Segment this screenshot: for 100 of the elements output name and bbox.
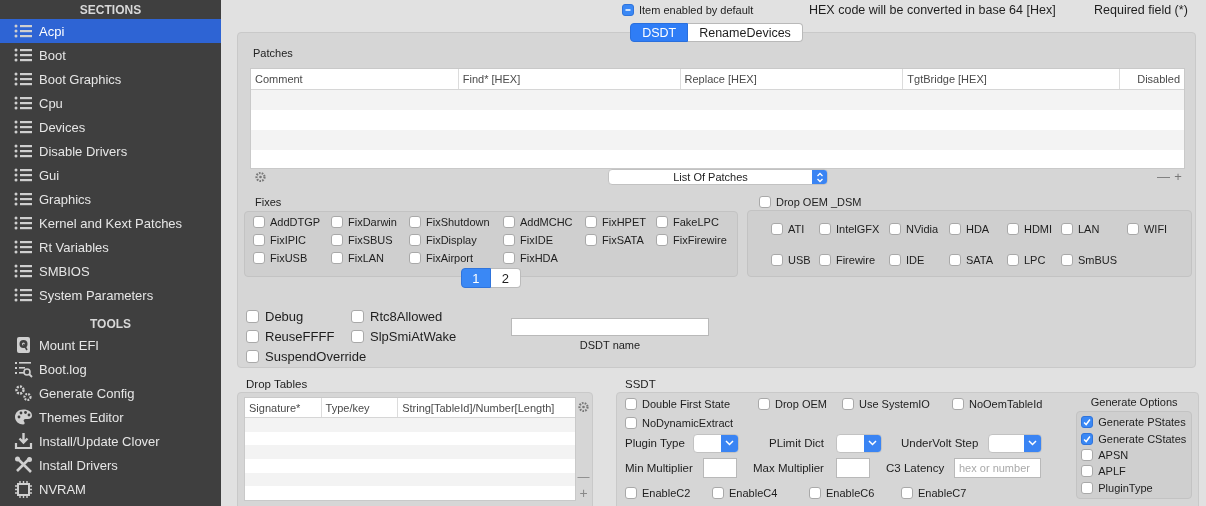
checkbox[interactable] bbox=[948, 254, 961, 266]
checkbox[interactable] bbox=[253, 216, 265, 228]
dsdt-name-field[interactable] bbox=[511, 318, 709, 336]
dropdown[interactable] bbox=[693, 433, 739, 453]
checkbox-label: NVidia bbox=[905, 223, 939, 235]
checkbox[interactable] bbox=[246, 309, 259, 323]
checkbox[interactable] bbox=[625, 487, 637, 499]
checkbox-label: USB bbox=[787, 254, 811, 266]
column-header[interactable]: Signature* bbox=[245, 398, 322, 417]
checkbox[interactable] bbox=[625, 398, 637, 410]
sidebar-item[interactable]: Kernel and Kext Patches bbox=[0, 211, 221, 235]
sidebar-item[interactable]: Devices bbox=[0, 115, 221, 139]
sidebar-item[interactable]: SMBIOS bbox=[0, 259, 221, 283]
checkbox[interactable] bbox=[622, 4, 634, 16]
checkbox[interactable] bbox=[331, 216, 343, 228]
checkbox[interactable] bbox=[1060, 254, 1073, 266]
sidebar-item[interactable]: Generate Config bbox=[0, 381, 221, 405]
gear-icon[interactable] bbox=[576, 400, 591, 414]
column-header[interactable]: Disabled bbox=[1120, 69, 1184, 89]
checkbox[interactable] bbox=[253, 234, 265, 246]
input-field[interactable] bbox=[703, 458, 737, 478]
checkbox[interactable] bbox=[503, 252, 515, 264]
sidebar-item[interactable]: Disable Drivers bbox=[0, 139, 221, 163]
checkbox[interactable] bbox=[1081, 465, 1094, 478]
checkbox[interactable] bbox=[409, 234, 421, 246]
checkbox[interactable] bbox=[351, 309, 364, 323]
sidebar-item[interactable]: Acpi bbox=[0, 19, 221, 43]
checkbox-label: FixShutdown bbox=[426, 216, 490, 228]
sidebar-item[interactable]: Install/Update Clover bbox=[0, 429, 221, 453]
sidebar-item[interactable]: Boot.log bbox=[0, 357, 221, 381]
checkbox[interactable] bbox=[758, 398, 770, 410]
sidebar-item[interactable]: Boot Graphics bbox=[0, 67, 221, 91]
gear-icon[interactable] bbox=[253, 170, 268, 184]
sidebar-item[interactable]: NVRAM bbox=[0, 477, 221, 501]
checkbox[interactable] bbox=[253, 252, 265, 264]
checkbox[interactable] bbox=[625, 417, 637, 429]
dropdown[interactable] bbox=[836, 433, 882, 453]
checkbox[interactable] bbox=[351, 329, 364, 343]
checkbox-label: LAN bbox=[1077, 223, 1100, 235]
checkbox[interactable] bbox=[952, 398, 964, 410]
checkbox-label: APSN bbox=[1098, 448, 1129, 461]
sidebar-item[interactable]: Gui bbox=[0, 163, 221, 187]
sidebar-item[interactable]: Boot bbox=[0, 43, 221, 67]
checkbox[interactable] bbox=[503, 216, 515, 228]
sidebar-item[interactable]: Cpu bbox=[0, 91, 221, 115]
sidebar-item[interactable]: Graphics bbox=[0, 187, 221, 211]
checkbox[interactable] bbox=[770, 254, 783, 266]
page-button[interactable]: 2 bbox=[490, 268, 521, 288]
sidebar-item[interactable]: Themes Editor bbox=[0, 405, 221, 429]
column-header[interactable]: Replace [HEX] bbox=[680, 69, 904, 89]
sidebar-item[interactable]: Install Drivers bbox=[0, 453, 221, 477]
checkbox[interactable] bbox=[331, 252, 343, 264]
checkbox[interactable] bbox=[585, 234, 597, 246]
checkbox-label: HDMI bbox=[1023, 223, 1053, 235]
list-icon bbox=[14, 191, 33, 207]
checkbox[interactable] bbox=[656, 216, 668, 228]
checkbox[interactable] bbox=[1060, 223, 1073, 235]
checkbox-label: NoDynamicExtract bbox=[642, 417, 734, 429]
checkbox[interactable] bbox=[246, 349, 259, 363]
checkbox[interactable] bbox=[585, 216, 597, 228]
checkbox-label: FixLAN bbox=[348, 252, 385, 264]
checkbox[interactable] bbox=[758, 196, 771, 208]
checkbox[interactable] bbox=[503, 234, 515, 246]
checkbox[interactable] bbox=[842, 398, 854, 410]
checkbox[interactable] bbox=[888, 223, 901, 235]
checkbox[interactable] bbox=[331, 234, 343, 246]
checkbox[interactable] bbox=[1126, 223, 1139, 235]
checkbox[interactable] bbox=[1081, 448, 1094, 461]
checkbox[interactable] bbox=[246, 329, 259, 343]
sidebar-item[interactable]: Mount EFI bbox=[0, 333, 221, 357]
checkbox[interactable] bbox=[1081, 416, 1094, 429]
checkbox[interactable] bbox=[770, 223, 783, 235]
checkbox[interactable] bbox=[809, 487, 821, 499]
checkbox[interactable] bbox=[1006, 223, 1019, 235]
tab[interactable]: DSDT bbox=[630, 23, 689, 42]
dropdown[interactable]: List Of Patches bbox=[608, 169, 828, 185]
checkbox[interactable] bbox=[1081, 481, 1094, 494]
checkbox[interactable] bbox=[712, 487, 724, 499]
column-header[interactable]: Type/key bbox=[321, 398, 399, 417]
checkbox[interactable] bbox=[409, 216, 421, 228]
checkbox[interactable] bbox=[409, 252, 421, 264]
checkbox[interactable] bbox=[1081, 432, 1094, 445]
checkbox[interactable] bbox=[948, 223, 961, 235]
checkbox[interactable] bbox=[656, 234, 668, 246]
list-icon bbox=[14, 71, 33, 87]
sidebar-item[interactable]: Rt Variables bbox=[0, 235, 221, 259]
column-header[interactable]: Find* [HEX] bbox=[458, 69, 681, 89]
column-header[interactable]: String[TableId]/Number[Length] bbox=[398, 398, 575, 417]
column-header[interactable]: TgtBridge [HEX] bbox=[903, 69, 1121, 89]
dropdown[interactable] bbox=[988, 433, 1042, 453]
checkbox[interactable] bbox=[1006, 254, 1019, 266]
checkbox[interactable] bbox=[888, 254, 901, 266]
sidebar-item[interactable]: System Parameters bbox=[0, 283, 221, 307]
checkbox[interactable] bbox=[818, 254, 831, 266]
checkbox[interactable] bbox=[901, 487, 913, 499]
column-header[interactable]: Comment bbox=[251, 69, 459, 89]
input-field[interactable] bbox=[836, 458, 870, 478]
tab[interactable]: RenameDevices bbox=[688, 23, 803, 42]
checkbox[interactable] bbox=[818, 223, 831, 235]
input-field[interactable]: hex or number bbox=[954, 458, 1041, 478]
